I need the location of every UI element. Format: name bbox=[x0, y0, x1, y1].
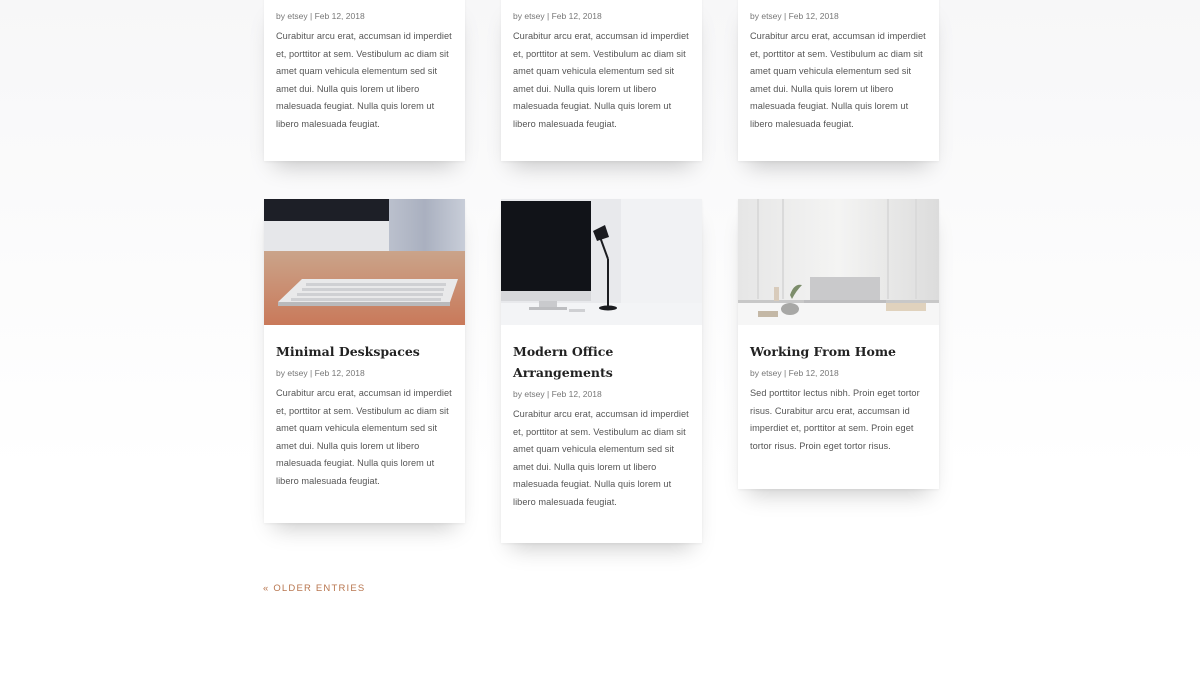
blog-page: by etsey | Feb 12, 2018 Curabitur arcu e… bbox=[0, 0, 1200, 675]
post-excerpt: Curabitur arcu erat, accumsan id imperdi… bbox=[276, 31, 452, 129]
post-thumbnail-laptop-desk[interactable] bbox=[738, 199, 939, 325]
post-meta: by etsey | Feb 12, 2018 bbox=[276, 368, 365, 378]
post-title[interactable]: Working From Home bbox=[750, 325, 927, 362]
post-excerpt: Curabitur arcu erat, accumsan id imperdi… bbox=[513, 409, 689, 507]
post-excerpt: Curabitur arcu erat, accumsan id imperdi… bbox=[276, 388, 452, 486]
post-card: by etsey | Feb 12, 2018 Curabitur arcu e… bbox=[501, 0, 702, 161]
post-card: Working From Home by etsey | Feb 12, 201… bbox=[738, 199, 939, 489]
post-card: by etsey | Feb 12, 2018 Curabitur arcu e… bbox=[264, 0, 465, 161]
post-thumbnail-monitor-lamp[interactable] bbox=[501, 199, 702, 325]
post-meta: by etsey | Feb 12, 2018 bbox=[750, 11, 839, 21]
post-thumbnail-keyboard[interactable] bbox=[264, 199, 465, 325]
post-card: by etsey | Feb 12, 2018 Curabitur arcu e… bbox=[738, 0, 939, 161]
post-meta: by etsey | Feb 12, 2018 bbox=[513, 11, 602, 21]
post-excerpt: Sed porttitor lectus nibh. Proin eget to… bbox=[750, 388, 920, 451]
post-meta: by etsey | Feb 12, 2018 bbox=[750, 368, 839, 378]
post-title[interactable]: Modern Office Arrangements bbox=[513, 325, 623, 383]
post-meta: by etsey | Feb 12, 2018 bbox=[513, 389, 602, 399]
older-entries-link[interactable]: « Older Entries bbox=[263, 583, 365, 594]
post-card: Minimal Deskspaces by etsey | Feb 12, 20… bbox=[264, 199, 465, 523]
post-excerpt: Curabitur arcu erat, accumsan id imperdi… bbox=[513, 31, 689, 129]
post-excerpt: Curabitur arcu erat, accumsan id imperdi… bbox=[750, 31, 926, 129]
post-meta: by etsey | Feb 12, 2018 bbox=[276, 11, 365, 21]
post-title[interactable]: Minimal Deskspaces bbox=[276, 325, 453, 362]
post-card: Modern Office Arrangements by etsey | Fe… bbox=[501, 199, 702, 543]
